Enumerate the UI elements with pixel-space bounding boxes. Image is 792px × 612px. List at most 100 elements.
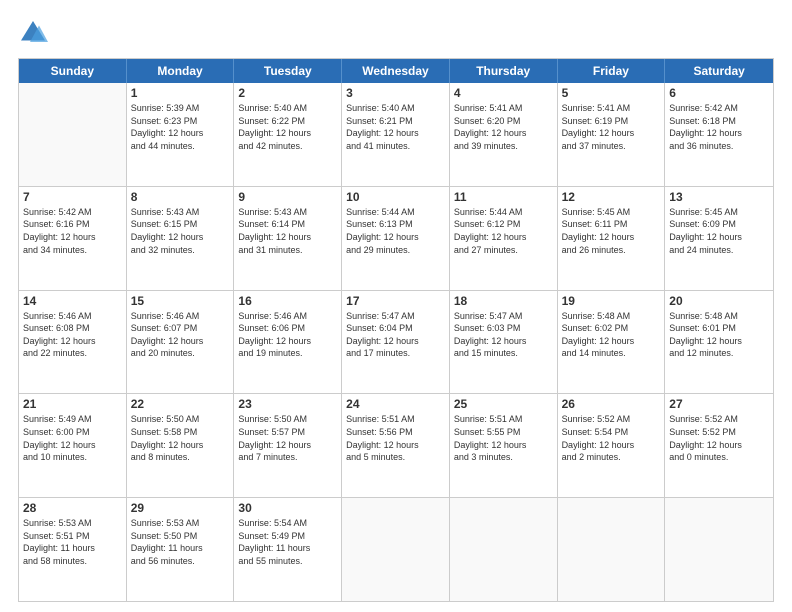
calendar-cell-12: 12 Sunrise: 5:45 AMSunset: 6:11 PMDayligh… [558, 187, 666, 290]
cell-info: Sunrise: 5:45 AMSunset: 6:09 PMDaylight:… [669, 206, 769, 256]
page: SundayMondayTuesdayWednesdayThursdayFrid… [0, 0, 792, 612]
cell-info: Sunrise: 5:51 AMSunset: 5:56 PMDaylight:… [346, 413, 445, 463]
cell-info: Sunrise: 5:40 AMSunset: 6:22 PMDaylight:… [238, 102, 337, 152]
day-number: 1 [131, 86, 230, 100]
day-number: 29 [131, 501, 230, 515]
calendar-row-3: 21Sunrise: 5:49 AMSunset: 6:00 PMDayligh… [19, 393, 773, 497]
calendar-cell-11: 11Sunrise: 5:44 AMSunset: 6:12 PMDayligh… [450, 187, 558, 290]
logo [18, 18, 52, 48]
calendar-cell-9: 9 Sunrise: 5:43 AMSunset: 6:14 PMDaylight… [234, 187, 342, 290]
calendar-row-4: 28Sunrise: 5:53 AMSunset: 5:51 PMDayligh… [19, 497, 773, 601]
calendar-cell-14: 14Sunrise: 5:46 AMSunset: 6:08 PMDayligh… [19, 291, 127, 394]
day-number: 30 [238, 501, 337, 515]
day-number: 2 [238, 86, 337, 100]
day-number: 12 [562, 190, 661, 204]
calendar-cell-3: 3 Sunrise: 5:40 AMSunset: 6:21 PMDaylight… [342, 83, 450, 186]
cell-info: Sunrise: 5:45 AMSunset: 6:11 PMDaylight:… [562, 206, 661, 256]
cell-info: Sunrise: 5:41 AMSunset: 6:19 PMDaylight:… [562, 102, 661, 152]
cell-info: Sunrise: 5:46 AMSunset: 6:07 PMDaylight:… [131, 310, 230, 360]
cell-info: Sunrise: 5:48 AMSunset: 6:02 PMDaylight:… [562, 310, 661, 360]
day-number: 22 [131, 397, 230, 411]
weekday-header-wednesday: Wednesday [342, 59, 450, 83]
calendar-cell-10: 10 Sunrise: 5:44 AMSunset: 6:13 PMDayligh… [342, 187, 450, 290]
calendar-row-1: 7Sunrise: 5:42 AMSunset: 6:16 PMDaylight… [19, 186, 773, 290]
calendar-cell-22: 22Sunrise: 5:50 AMSunset: 5:58 PMDayligh… [127, 394, 235, 497]
calendar-cell-6: 6 Sunrise: 5:42 AMSunset: 6:18 PMDaylight… [665, 83, 773, 186]
day-number: 5 [562, 86, 661, 100]
calendar-cell-18: 18 Sunrise: 5:47 AMSunset: 6:03 PMDayligh… [450, 291, 558, 394]
day-number: 18 [454, 294, 553, 308]
calendar-cell-empty-4-5 [558, 498, 666, 601]
day-number: 20 [669, 294, 769, 308]
cell-info: Sunrise: 5:48 AMSunset: 6:01 PMDaylight:… [669, 310, 769, 360]
day-number: 13 [669, 190, 769, 204]
cell-info: Sunrise: 5:54 AMSunset: 5:49 PMDaylight:… [238, 517, 337, 567]
day-number: 4 [454, 86, 553, 100]
day-number: 14 [23, 294, 122, 308]
calendar-cell-28: 28Sunrise: 5:53 AMSunset: 5:51 PMDayligh… [19, 498, 127, 601]
cell-info: Sunrise: 5:42 AMSunset: 6:18 PMDaylight:… [669, 102, 769, 152]
cell-info: Sunrise: 5:51 AMSunset: 5:55 PMDaylight:… [454, 413, 553, 463]
calendar-cell-25: 25 Sunrise: 5:51 AMSunset: 5:55 PMDayligh… [450, 394, 558, 497]
calendar-cell-24: 24 Sunrise: 5:51 AMSunset: 5:56 PMDayligh… [342, 394, 450, 497]
calendar-row-0: 1 Sunrise: 5:39 AMSunset: 6:23 PMDaylight… [19, 83, 773, 186]
day-number: 10 [346, 190, 445, 204]
calendar-cell-7: 7Sunrise: 5:42 AMSunset: 6:16 PMDaylight… [19, 187, 127, 290]
cell-info: Sunrise: 5:44 AMSunset: 6:13 PMDaylight:… [346, 206, 445, 256]
cell-info: Sunrise: 5:47 AMSunset: 6:04 PMDaylight:… [346, 310, 445, 360]
weekday-header-saturday: Saturday [665, 59, 773, 83]
weekday-header-thursday: Thursday [450, 59, 558, 83]
calendar-cell-19: 19Sunrise: 5:48 AMSunset: 6:02 PMDayligh… [558, 291, 666, 394]
day-number: 17 [346, 294, 445, 308]
calendar-row-2: 14Sunrise: 5:46 AMSunset: 6:08 PMDayligh… [19, 290, 773, 394]
cell-info: Sunrise: 5:42 AMSunset: 6:16 PMDaylight:… [23, 206, 122, 256]
calendar-cell-27: 27Sunrise: 5:52 AMSunset: 5:52 PMDayligh… [665, 394, 773, 497]
cell-info: Sunrise: 5:47 AMSunset: 6:03 PMDaylight:… [454, 310, 553, 360]
weekday-header-monday: Monday [127, 59, 235, 83]
cell-info: Sunrise: 5:44 AMSunset: 6:12 PMDaylight:… [454, 206, 553, 256]
cell-info: Sunrise: 5:43 AMSunset: 6:14 PMDaylight:… [238, 206, 337, 256]
day-number: 25 [454, 397, 553, 411]
calendar-cell-8: 8 Sunrise: 5:43 AMSunset: 6:15 PMDaylight… [127, 187, 235, 290]
calendar-cell-29: 29Sunrise: 5:53 AMSunset: 5:50 PMDayligh… [127, 498, 235, 601]
day-number: 24 [346, 397, 445, 411]
calendar-cell-empty-4-6 [665, 498, 773, 601]
weekday-header-sunday: Sunday [19, 59, 127, 83]
cell-info: Sunrise: 5:52 AMSunset: 5:54 PMDaylight:… [562, 413, 661, 463]
calendar-cell-21: 21Sunrise: 5:49 AMSunset: 6:00 PMDayligh… [19, 394, 127, 497]
calendar-cell-16: 16 Sunrise: 5:46 AMSunset: 6:06 PMDayligh… [234, 291, 342, 394]
calendar-cell-26: 26 Sunrise: 5:52 AMSunset: 5:54 PMDayligh… [558, 394, 666, 497]
calendar-cell-2: 2 Sunrise: 5:40 AMSunset: 6:22 PMDaylight… [234, 83, 342, 186]
day-number: 9 [238, 190, 337, 204]
day-number: 26 [562, 397, 661, 411]
day-number: 8 [131, 190, 230, 204]
weekday-header-friday: Friday [558, 59, 666, 83]
cell-info: Sunrise: 5:50 AMSunset: 5:57 PMDaylight:… [238, 413, 337, 463]
header [18, 18, 774, 48]
calendar-cell-15: 15 Sunrise: 5:46 AMSunset: 6:07 PMDayligh… [127, 291, 235, 394]
calendar-cell-5: 5 Sunrise: 5:41 AMSunset: 6:19 PMDaylight… [558, 83, 666, 186]
calendar-cell-4: 4 Sunrise: 5:41 AMSunset: 6:20 PMDaylight… [450, 83, 558, 186]
cell-info: Sunrise: 5:40 AMSunset: 6:21 PMDaylight:… [346, 102, 445, 152]
cell-info: Sunrise: 5:41 AMSunset: 6:20 PMDaylight:… [454, 102, 553, 152]
logo-icon [18, 18, 48, 48]
calendar-cell-17: 17 Sunrise: 5:47 AMSunset: 6:04 PMDayligh… [342, 291, 450, 394]
calendar-cell-23: 23 Sunrise: 5:50 AMSunset: 5:57 PMDayligh… [234, 394, 342, 497]
calendar-cell-empty-4-3 [342, 498, 450, 601]
calendar-cell-13: 13 Sunrise: 5:45 AMSunset: 6:09 PMDayligh… [665, 187, 773, 290]
weekday-header-tuesday: Tuesday [234, 59, 342, 83]
calendar-header: SundayMondayTuesdayWednesdayThursdayFrid… [19, 59, 773, 83]
day-number: 6 [669, 86, 769, 100]
day-number: 16 [238, 294, 337, 308]
day-number: 3 [346, 86, 445, 100]
cell-info: Sunrise: 5:46 AMSunset: 6:06 PMDaylight:… [238, 310, 337, 360]
cell-info: Sunrise: 5:53 AMSunset: 5:51 PMDaylight:… [23, 517, 122, 567]
cell-info: Sunrise: 5:43 AMSunset: 6:15 PMDaylight:… [131, 206, 230, 256]
calendar-cell-empty-0-0 [19, 83, 127, 186]
day-number: 23 [238, 397, 337, 411]
calendar-cell-empty-4-4 [450, 498, 558, 601]
cell-info: Sunrise: 5:39 AMSunset: 6:23 PMDaylight:… [131, 102, 230, 152]
cell-info: Sunrise: 5:52 AMSunset: 5:52 PMDaylight:… [669, 413, 769, 463]
calendar: SundayMondayTuesdayWednesdayThursdayFrid… [18, 58, 774, 602]
day-number: 15 [131, 294, 230, 308]
